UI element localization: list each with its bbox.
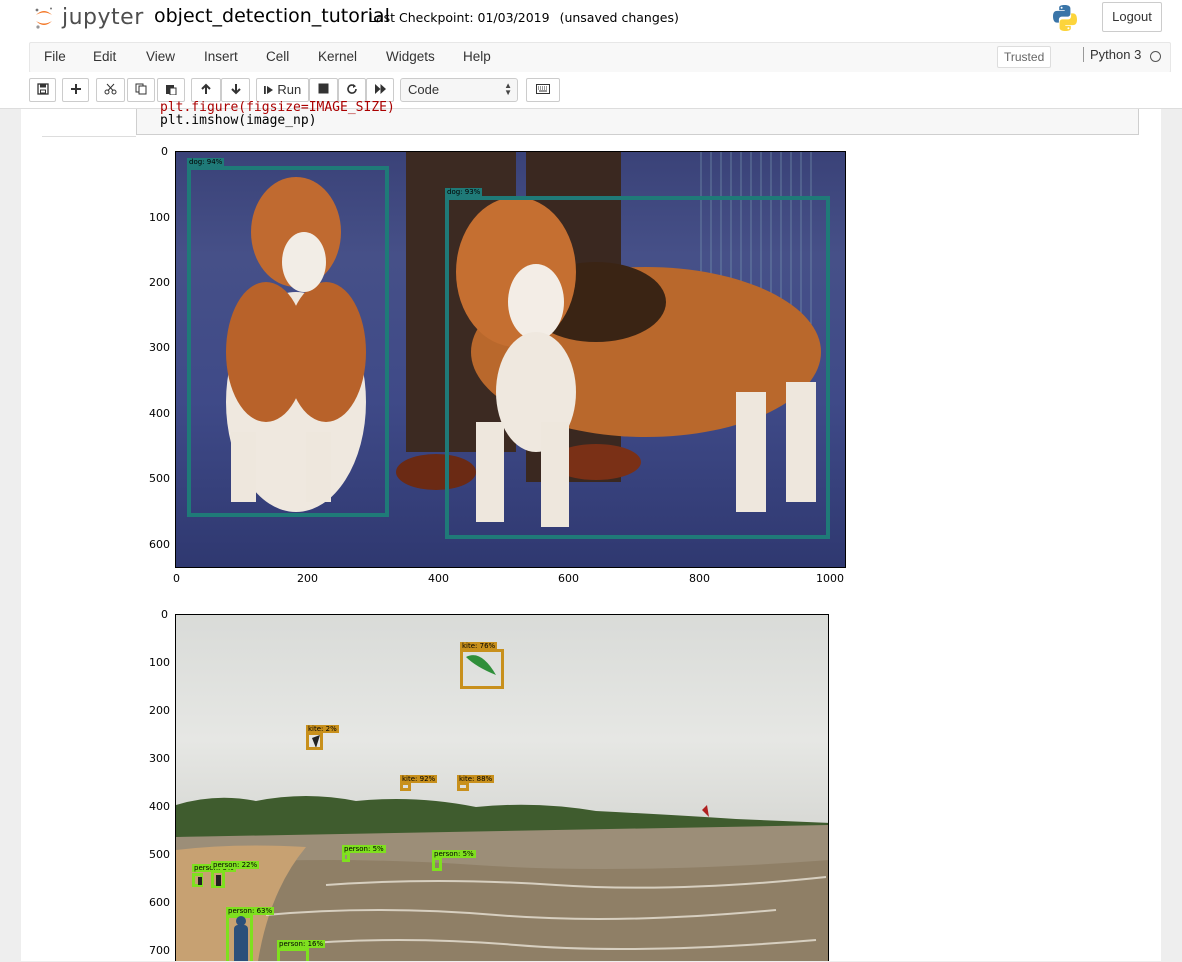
plus-icon (70, 84, 81, 94)
image-beach: kite: 76% kite: 2% kite: 92% kite: 88% p… (175, 614, 829, 961)
code-cell-input[interactable]: plt.figure(figsize=IMAGE_SIZE) plt.imsho… (136, 100, 1139, 135)
kernel-name[interactable]: Python 3 (1083, 47, 1141, 62)
interrupt-button[interactable] (309, 78, 338, 102)
unsaved-indicator: (unsaved changes) (559, 10, 679, 25)
p1-xtick: 200 (297, 572, 318, 585)
copy-icon (135, 83, 147, 95)
p1-ytick: 500 (149, 472, 170, 485)
save-button[interactable] (29, 78, 56, 102)
code-line-2: plt.imshow(image_np) (160, 113, 317, 128)
p1-xtick: 600 (558, 572, 579, 585)
p2-ytick: 200 (149, 704, 170, 717)
p1-xtick: 1000 (816, 572, 844, 585)
menu-view[interactable]: View (146, 49, 175, 64)
checkpoint-text: Last Checkpoint: 01/03/2019 (369, 10, 550, 25)
stop-icon (318, 83, 329, 94)
command-palette-button[interactable] (526, 78, 560, 102)
run-button[interactable]: Run (256, 78, 309, 102)
p1-xtick: 0 (173, 572, 180, 585)
save-icon (36, 83, 49, 95)
p1-ytick: 100 (149, 211, 170, 224)
scissors-icon (104, 83, 117, 95)
restart-kernel-button[interactable] (338, 78, 366, 102)
cut-button[interactable] (96, 78, 125, 102)
step-forward-icon (263, 86, 273, 94)
p2-ytick: 400 (149, 800, 170, 813)
restart-run-all-button[interactable] (366, 78, 394, 102)
fast-forward-icon (374, 84, 386, 94)
notebook-title[interactable]: object_detection_tutorial (154, 5, 390, 27)
cell-type-select[interactable]: Code ▲ ▼ (400, 78, 518, 102)
p1-ytick: 600 (149, 538, 170, 551)
menu-kernel[interactable]: Kernel (318, 49, 357, 64)
image-dogs: dog: 94% dog: 93% (175, 151, 846, 568)
checkpoint-status: Last Checkpoint: 01/03/2019 (unsaved chan… (369, 10, 679, 25)
menu-cell[interactable]: Cell (266, 49, 289, 64)
select-arrows-icon: ▲ ▼ (504, 81, 512, 97)
p2-ytick: 500 (149, 848, 170, 861)
detection-box-dog (187, 166, 389, 517)
p1-ytick: 0 (161, 145, 168, 158)
jupyter-logo-text: jupyter (62, 5, 144, 30)
menu-edit[interactable]: Edit (93, 49, 116, 64)
insert-cell-button[interactable] (62, 78, 89, 102)
copy-button[interactable] (127, 78, 155, 102)
notebook-header: jupyter object_detection_tutorial Last C… (0, 0, 1182, 43)
kernel-idle-icon (1150, 51, 1161, 62)
p2-ytick: 300 (149, 752, 170, 765)
p2-ytick: 100 (149, 656, 170, 669)
move-down-button[interactable] (221, 78, 250, 102)
jupyter-logo[interactable]: jupyter (30, 3, 144, 33)
menu-insert[interactable]: Insert (204, 49, 238, 64)
jupyter-orbit-icon (35, 7, 52, 29)
menu-file[interactable]: File (44, 49, 66, 64)
arrow-down-icon (230, 84, 241, 95)
p1-ytick: 200 (149, 276, 170, 289)
p1-ytick: 400 (149, 407, 170, 420)
p1-ytick: 300 (149, 341, 170, 354)
keyboard-icon (536, 84, 550, 94)
menu-help[interactable]: Help (463, 49, 491, 64)
people-figures (198, 875, 248, 961)
menubar: File Edit View Insert Cell Kernel Widget… (0, 42, 1182, 73)
detection-label: dog: 94% (187, 158, 225, 166)
detection-box-dog (445, 196, 830, 539)
output-prompt-area (42, 136, 136, 962)
run-label: Run (277, 82, 302, 97)
p2-ytick: 600 (149, 896, 170, 909)
p1-xtick: 800 (689, 572, 710, 585)
arrow-up-icon (201, 83, 211, 94)
logout-button[interactable]: Logout (1102, 2, 1162, 32)
trusted-badge[interactable]: Trusted (997, 46, 1052, 68)
paste-icon (166, 85, 177, 96)
p2-ytick: 0 (161, 608, 168, 621)
cell-type-value: Code (408, 82, 440, 97)
p1-xtick: 400 (428, 572, 449, 585)
move-up-button[interactable] (191, 78, 221, 102)
paste-button[interactable] (157, 78, 185, 102)
python-logo-icon (1053, 5, 1077, 31)
detection-label: dog: 93% (445, 188, 483, 196)
plot-beach: 0 100 200 300 400 500 600 700 kite: 76% … (136, 600, 846, 961)
menu-widgets[interactable]: Widgets (386, 49, 435, 64)
plot-dogs: 0 100 200 300 400 500 600 dog: 94% dog: … (136, 136, 856, 586)
refresh-icon (347, 84, 357, 94)
p2-ytick: 700 (149, 944, 170, 957)
